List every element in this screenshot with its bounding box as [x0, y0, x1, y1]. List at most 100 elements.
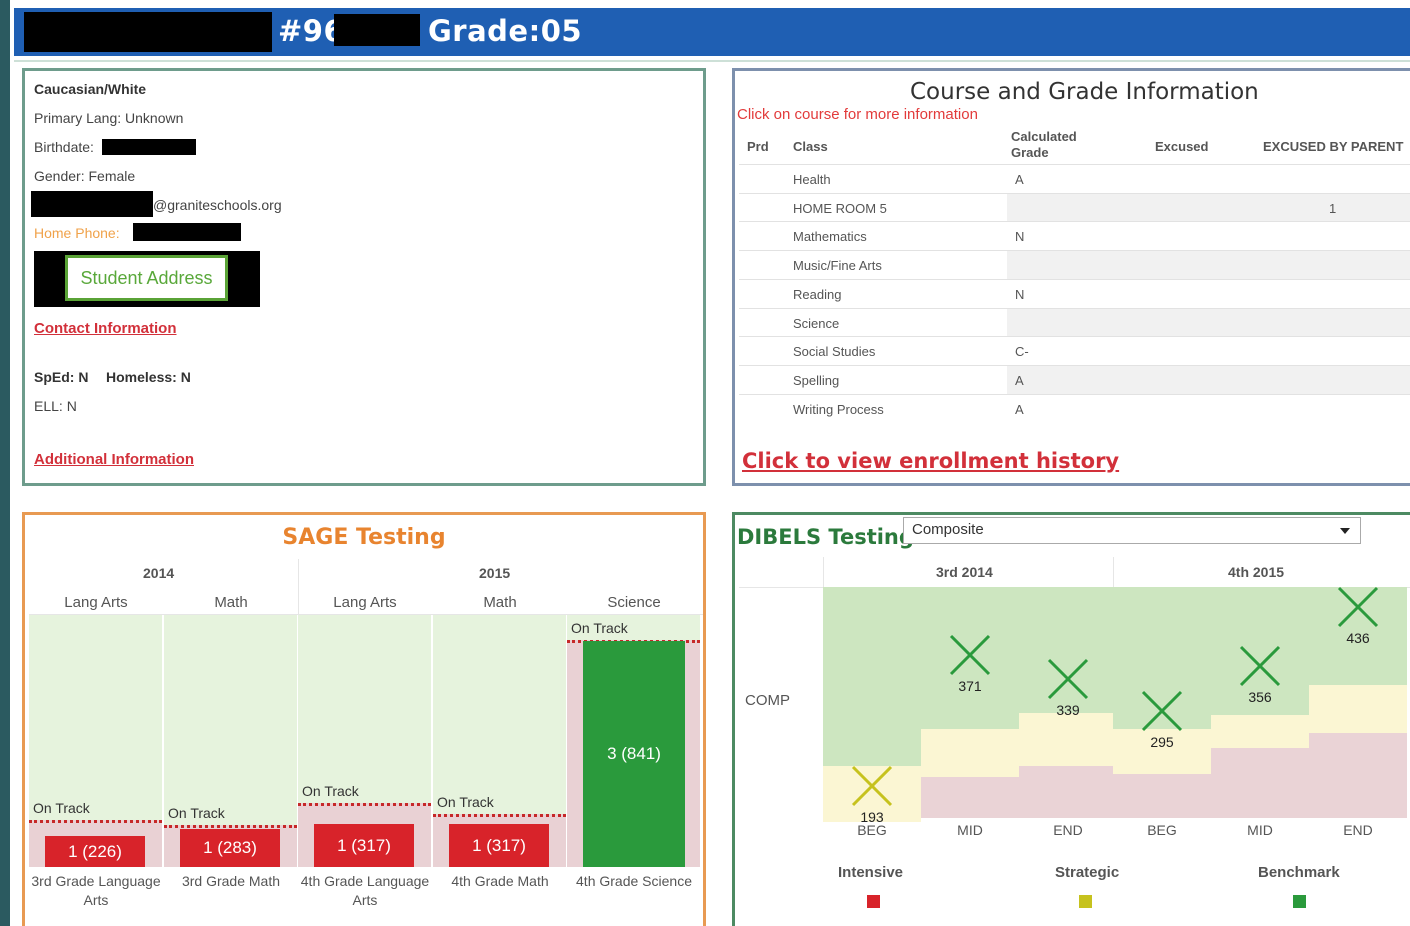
- course-panel-hint: Click on course for more information: [737, 106, 978, 123]
- sage-title: SAGE Testing: [282, 525, 446, 550]
- sage-test-caption: 4th Grade Science: [576, 873, 692, 889]
- course-row[interactable]: Music/Fine Arts: [739, 250, 1410, 280]
- enrollment-history-link[interactable]: Click to view enrollment history: [742, 449, 1119, 473]
- homeless-status: Homeless: N: [106, 369, 191, 385]
- dibels-score-mark[interactable]: [1046, 657, 1090, 701]
- sage-testing-panel: SAGE Testing 2014 2015 Lang Arts On Track 1 …: [22, 512, 706, 926]
- course-row[interactable]: Mathematics N: [739, 221, 1410, 250]
- course-class-name[interactable]: Spelling: [793, 373, 839, 388]
- student-info-panel: Caucasian/White Primary Lang: Unknown Bi…: [22, 68, 706, 486]
- sage-score-bar[interactable]: 1 (317): [449, 824, 549, 867]
- dibels-score-mark[interactable]: [850, 764, 894, 808]
- student-address-button[interactable]: Student Address: [65, 255, 228, 301]
- contact-information-link[interactable]: Contact Information: [34, 320, 177, 337]
- course-row[interactable]: Science: [739, 307, 1410, 337]
- sage-test-column[interactable]: On Track 1 (283): [164, 615, 298, 867]
- course-calculated-grade: N: [1015, 229, 1025, 245]
- dibels-score-mark[interactable]: [1140, 689, 1184, 733]
- sage-test-column[interactable]: On Track 1 (317): [433, 615, 567, 867]
- sage-on-track-label: On Track: [437, 794, 494, 810]
- course-class-name[interactable]: Health: [793, 172, 831, 187]
- sage-score-bar[interactable]: 1 (317): [314, 824, 414, 867]
- student-grade: Grade:05: [428, 14, 583, 48]
- address-redaction-box: Student Address: [34, 251, 260, 307]
- course-calculated-grade: [1007, 308, 1410, 337]
- course-class-name[interactable]: Music/Fine Arts: [793, 258, 882, 273]
- course-class-name[interactable]: Mathematics: [793, 229, 867, 244]
- col-header-calc-grade: Calculated Grade: [1011, 129, 1077, 160]
- sage-test-column[interactable]: On Track 3 (841): [567, 615, 701, 867]
- dibels-intensive-zone: [1019, 766, 1117, 818]
- course-class-name[interactable]: Reading: [793, 287, 841, 302]
- ethnicity: Caucasian/White: [34, 81, 147, 97]
- course-row[interactable]: Reading N: [739, 278, 1410, 308]
- dibels-intensive-zone: [1309, 733, 1407, 818]
- birthdate-label: Birthdate:: [34, 139, 94, 155]
- sage-proficient-zone: [433, 615, 566, 814]
- dibels-score-label: 436: [1346, 629, 1370, 646]
- course-excused-value: 1: [1329, 200, 1337, 216]
- sage-on-track-line: [29, 820, 162, 823]
- sage-test-column[interactable]: On Track 1 (317): [298, 615, 432, 867]
- course-row[interactable]: HOME ROOM 5 1: [739, 192, 1410, 222]
- dibels-row-label: COMP: [745, 692, 790, 709]
- email-domain: @graniteschools.org: [153, 197, 282, 213]
- dibels-period-label: BEG: [1147, 822, 1177, 838]
- sage-score-bar[interactable]: 3 (841): [583, 641, 685, 867]
- course-class-name[interactable]: Writing Process: [793, 402, 884, 417]
- dibels-legend-swatch: [1079, 895, 1092, 908]
- sage-subject-label: Lang Arts: [333, 594, 397, 611]
- dibels-score-label: 295: [1150, 733, 1174, 750]
- dibels-year-label: 4th 2015: [1228, 564, 1285, 580]
- sage-test-caption: 3rd Grade Language Arts: [31, 873, 161, 908]
- sage-proficient-zone: [164, 615, 297, 825]
- dibels-testing-panel: DIBELS Testing Composite 3rd 2014 4th 201…: [732, 512, 1410, 926]
- additional-information-link[interactable]: Additional Information: [34, 451, 194, 468]
- sage-on-track-label: On Track: [302, 783, 359, 799]
- sage-score-bar[interactable]: 1 (283): [180, 829, 280, 867]
- dibels-measure-value: Composite: [912, 521, 984, 538]
- sage-on-track-label: On Track: [571, 620, 628, 636]
- dibels-score-label: 356: [1248, 688, 1272, 705]
- student-header-bar: #96 Grade:05: [14, 8, 1410, 56]
- course-row[interactable]: Health A: [739, 164, 1410, 193]
- dibels-strategic-zone: [1019, 713, 1117, 767]
- sage-test-caption: 3rd Grade Math: [181, 873, 281, 889]
- dibels-period-label: BEG: [857, 822, 887, 838]
- course-class-name[interactable]: Science: [793, 316, 839, 331]
- sage-subject-label: Math: [214, 594, 248, 611]
- sage-test-column[interactable]: On Track 1 (226): [29, 615, 163, 867]
- course-row[interactable]: Spelling A: [739, 364, 1410, 394]
- dibels-score-mark[interactable]: [948, 633, 992, 677]
- dibels-intensive-zone: [921, 777, 1019, 818]
- dibels-strategic-zone: [1309, 685, 1407, 734]
- dibels-measure-select[interactable]: Composite: [903, 517, 1361, 544]
- redacted-email-user: [31, 191, 153, 217]
- course-calculated-grade: A: [1007, 365, 1410, 394]
- dibels-period-column[interactable]: [921, 587, 1019, 818]
- sage-subject-label: Math: [483, 594, 517, 611]
- dibels-score-mark[interactable]: [1238, 644, 1282, 688]
- sage-test-caption: 4th Grade Language Arts: [300, 873, 430, 908]
- col-header-excused-parent: EXCUSED BY PARENT: [1263, 139, 1404, 154]
- sage-score-bar[interactable]: 1 (226): [45, 836, 145, 867]
- redacted-id: [334, 14, 420, 46]
- sage-on-track-line: [298, 803, 431, 806]
- course-calculated-grade: [1007, 251, 1410, 280]
- dibels-legend-swatch: [867, 895, 880, 908]
- course-class-name[interactable]: Social Studies: [793, 344, 875, 359]
- dibels-score-label: 371: [958, 677, 982, 694]
- dibels-benchmark-zone: [823, 587, 921, 767]
- course-class-name[interactable]: HOME ROOM 5: [793, 201, 887, 216]
- course-row[interactable]: Social Studies C-: [739, 336, 1410, 365]
- course-row[interactable]: Writing Process A: [739, 393, 1410, 423]
- dibels-legend-label: Intensive: [838, 864, 904, 881]
- dibels-strategic-zone: [921, 729, 1019, 778]
- course-calculated-grade: A: [1015, 172, 1024, 187]
- dibels-period-label: END: [1053, 822, 1083, 838]
- sage-on-track-line: [164, 825, 297, 828]
- course-panel-title: Course and Grade Information: [910, 79, 1259, 105]
- dibels-legend-label: Strategic: [1055, 864, 1120, 881]
- dibels-score-mark[interactable]: [1336, 585, 1380, 629]
- dibels-score-label: 339: [1056, 701, 1080, 718]
